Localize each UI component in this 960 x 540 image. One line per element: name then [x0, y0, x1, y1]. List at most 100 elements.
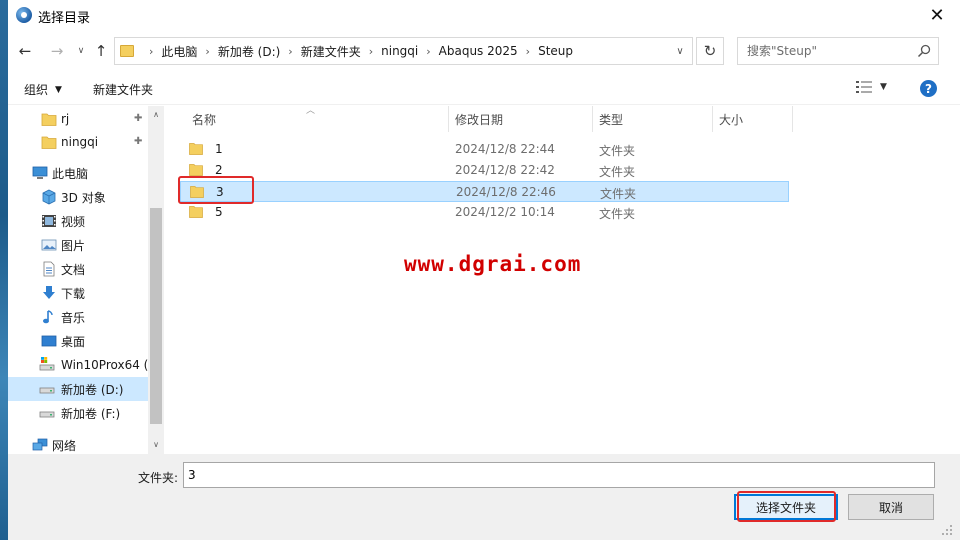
sidebar-item-this-pc[interactable]: 此电脑 — [8, 161, 148, 185]
chevron-down-icon: ▼ — [880, 82, 887, 92]
sidebar-item-label: 新加卷 (F:) — [61, 406, 121, 421]
sidebar-item-label: 视频 — [61, 214, 86, 229]
sidebar-item-pictures[interactable]: 图片 — [8, 233, 148, 257]
sidebar-item-label: Win10Prox64 (C — [61, 358, 157, 372]
sidebar-item-desktop[interactable]: 桌面 — [8, 329, 148, 353]
folder-icon — [41, 113, 57, 126]
sidebar-item-music[interactable]: 音乐 — [8, 305, 148, 329]
file-date-modified: 2024/12/8 22:44 — [455, 142, 555, 156]
sidebar-item-videos[interactable]: 视频 — [8, 209, 148, 233]
breadcrumb-separator[interactable]: › — [288, 45, 292, 58]
cancel-button[interactable]: 取消 — [848, 494, 934, 520]
pin-icon: ✚ — [134, 136, 143, 147]
recent-locations-button[interactable]: ∨ — [70, 40, 92, 62]
picture-icon — [41, 239, 57, 251]
annotation-highlight-box — [178, 176, 254, 204]
resize-grip-icon[interactable] — [941, 524, 953, 536]
sidebar-item-label: 新加卷 (D:) — [61, 382, 124, 397]
command-toolbar: 组织 ▼ 新建文件夹 ▼ ? — [8, 73, 960, 105]
app-icon — [16, 7, 32, 23]
file-type: 文件夹 — [599, 144, 636, 158]
sidebar-item-rj[interactable]: rj ✚ — [8, 107, 148, 131]
file-row[interactable]: 2 2024/12/8 22:42 文件夹 — [180, 160, 789, 181]
breadcrumb-separator[interactable]: › — [369, 45, 373, 58]
up-button[interactable]: ↑ — [90, 40, 112, 62]
window-title: 选择目录 — [38, 11, 91, 26]
breadcrumb-item[interactable]: 新加卷 (D:) — [218, 43, 280, 60]
breadcrumb-item[interactable]: Steup — [538, 44, 573, 58]
video-icon — [42, 215, 56, 227]
chevron-down-icon: ▼ — [55, 84, 62, 95]
new-folder-button[interactable]: 新建文件夹 — [93, 81, 153, 98]
sidebar-item-label: 3D 对象 — [61, 190, 106, 205]
document-icon — [43, 261, 55, 277]
cube-icon — [42, 189, 56, 205]
sidebar-item-3d-objects[interactable]: 3D 对象 — [8, 185, 148, 209]
sidebar-item-ningqi[interactable]: ningqi ✚ — [8, 130, 148, 154]
breadcrumb: › 此电脑 › 新加卷 (D:) › 新建文件夹 › ningqi › Abaq… — [141, 38, 573, 64]
search-icon[interactable] — [917, 44, 931, 58]
address-bar[interactable]: › 此电脑 › 新加卷 (D:) › 新建文件夹 › ningqi › Abaq… — [114, 37, 693, 65]
details-view-icon — [856, 81, 872, 93]
column-header-date-modified[interactable]: 修改日期 — [449, 106, 593, 132]
drive-icon — [39, 357, 55, 371]
column-header-size[interactable]: 大小 — [713, 106, 793, 132]
breadcrumb-item[interactable]: Abaqus 2025 — [439, 44, 518, 58]
sidebar-item-label: 桌面 — [61, 334, 86, 349]
folder-icon — [41, 136, 57, 149]
file-type: 文件夹 — [600, 187, 637, 201]
folder-icon — [189, 143, 203, 155]
chevron-up-icon[interactable]: ∧ — [148, 106, 164, 122]
sidebar-item-label: 音乐 — [61, 310, 86, 325]
music-icon — [43, 310, 53, 324]
file-name: 1 — [215, 142, 223, 156]
forward-button[interactable]: → — [46, 40, 68, 62]
sidebar-item-label: ningqi — [61, 135, 99, 149]
sidebar-item-drive-f[interactable]: 新加卷 (F:) — [8, 401, 148, 425]
breadcrumb-separator[interactable]: › — [205, 45, 209, 58]
breadcrumb-item[interactable]: 此电脑 — [161, 43, 197, 60]
address-history-dropdown[interactable]: ∨ — [668, 38, 692, 64]
sidebar-item-label: 下载 — [61, 286, 86, 301]
change-view-button[interactable]: ▼ — [856, 80, 887, 94]
file-date-modified: 2024/12/8 22:46 — [456, 185, 556, 199]
chevron-down-icon[interactable]: ∨ — [148, 436, 164, 452]
breadcrumb-separator[interactable]: › — [526, 45, 530, 58]
network-icon — [32, 438, 48, 451]
navigation-pane: rj ✚ ningqi ✚ 此电脑 3D 对象 视频 图片 文档 下载 音乐 桌… — [8, 106, 164, 454]
computer-icon — [32, 166, 48, 179]
refresh-button[interactable]: ↻ — [696, 37, 724, 65]
column-header-name[interactable]: 名称 — [186, 106, 449, 132]
back-button[interactable]: ← — [14, 40, 36, 62]
folder-field-label: 文件夹: — [138, 471, 179, 485]
navigation-bar: ← → ∨ ↑ › 此电脑 › 新加卷 (D:) › 新建文件夹 › ningq… — [8, 34, 960, 68]
search-input[interactable] — [739, 39, 909, 63]
folder-name-input[interactable] — [183, 462, 935, 488]
file-row-selected[interactable]: 3 2024/12/8 22:46 文件夹 — [180, 181, 789, 202]
organize-button[interactable]: 组织 ▼ — [24, 81, 62, 98]
breadcrumb-separator[interactable]: › — [426, 45, 430, 58]
help-button[interactable]: ? — [920, 80, 937, 97]
sidebar-item-downloads[interactable]: 下载 — [8, 281, 148, 305]
scrollbar-thumb[interactable] — [150, 208, 162, 424]
breadcrumb-separator[interactable]: › — [149, 45, 153, 58]
breadcrumb-item[interactable]: ningqi — [381, 44, 418, 58]
sidebar-item-drive-d[interactable]: 新加卷 (D:) — [8, 377, 148, 401]
navigation-scrollbar[interactable]: ∧ ∨ — [148, 106, 164, 454]
file-row[interactable]: 5 2024/12/2 10:14 文件夹 — [180, 202, 789, 223]
folder-icon — [189, 206, 203, 218]
file-type: 文件夹 — [599, 207, 636, 221]
close-button[interactable]: ✕ — [914, 0, 960, 31]
file-list: ︿ 名称 修改日期 类型 大小 1 2024/12/8 22:44 文件夹 2 … — [166, 106, 960, 454]
sidebar-item-drive-c[interactable]: Win10Prox64 (C — [8, 353, 157, 377]
breadcrumb-item[interactable]: 新建文件夹 — [301, 43, 361, 60]
sidebar-item-label: rj — [61, 112, 70, 126]
drive-icon — [39, 387, 55, 394]
sidebar-item-documents[interactable]: 文档 — [8, 257, 148, 281]
column-header-type[interactable]: 类型 — [593, 106, 713, 132]
sidebar-item-network[interactable]: 网络 — [8, 433, 148, 454]
annotation-highlight-box — [737, 491, 836, 522]
search-box[interactable] — [737, 37, 939, 65]
folder-icon — [120, 45, 134, 57]
file-row[interactable]: 1 2024/12/8 22:44 文件夹 — [180, 139, 789, 160]
